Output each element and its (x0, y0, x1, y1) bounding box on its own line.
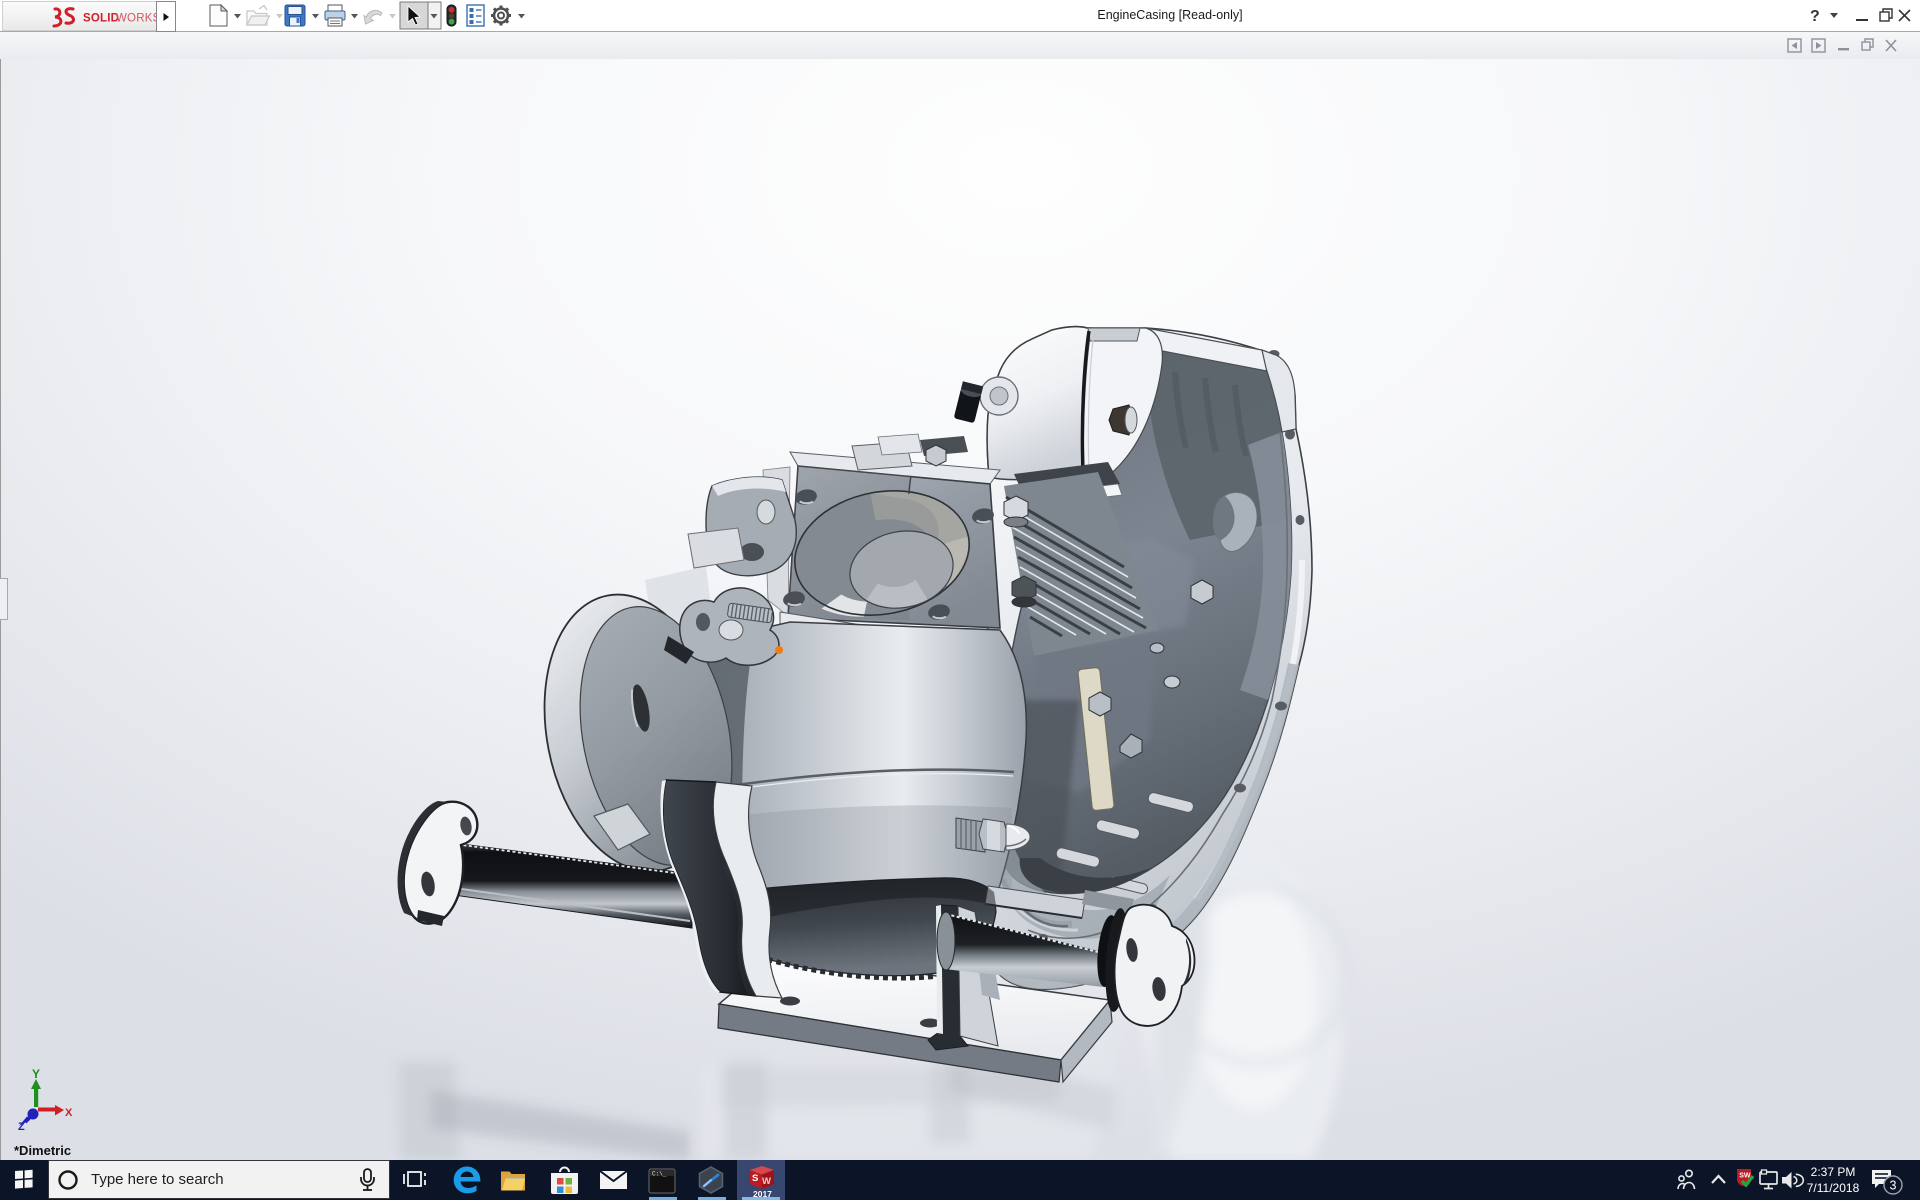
svg-text:?: ? (1810, 8, 1820, 25)
svg-text:3: 3 (1890, 1179, 1897, 1193)
svg-text:W: W (762, 1176, 771, 1187)
svg-text:X: X (65, 1107, 73, 1119)
svg-text:C:\_: C:\_ (652, 1171, 667, 1178)
svg-text:S: S (752, 1173, 758, 1184)
svg-text:Y: Y (32, 1067, 40, 1081)
svg-text:Z: Z (18, 1121, 25, 1133)
